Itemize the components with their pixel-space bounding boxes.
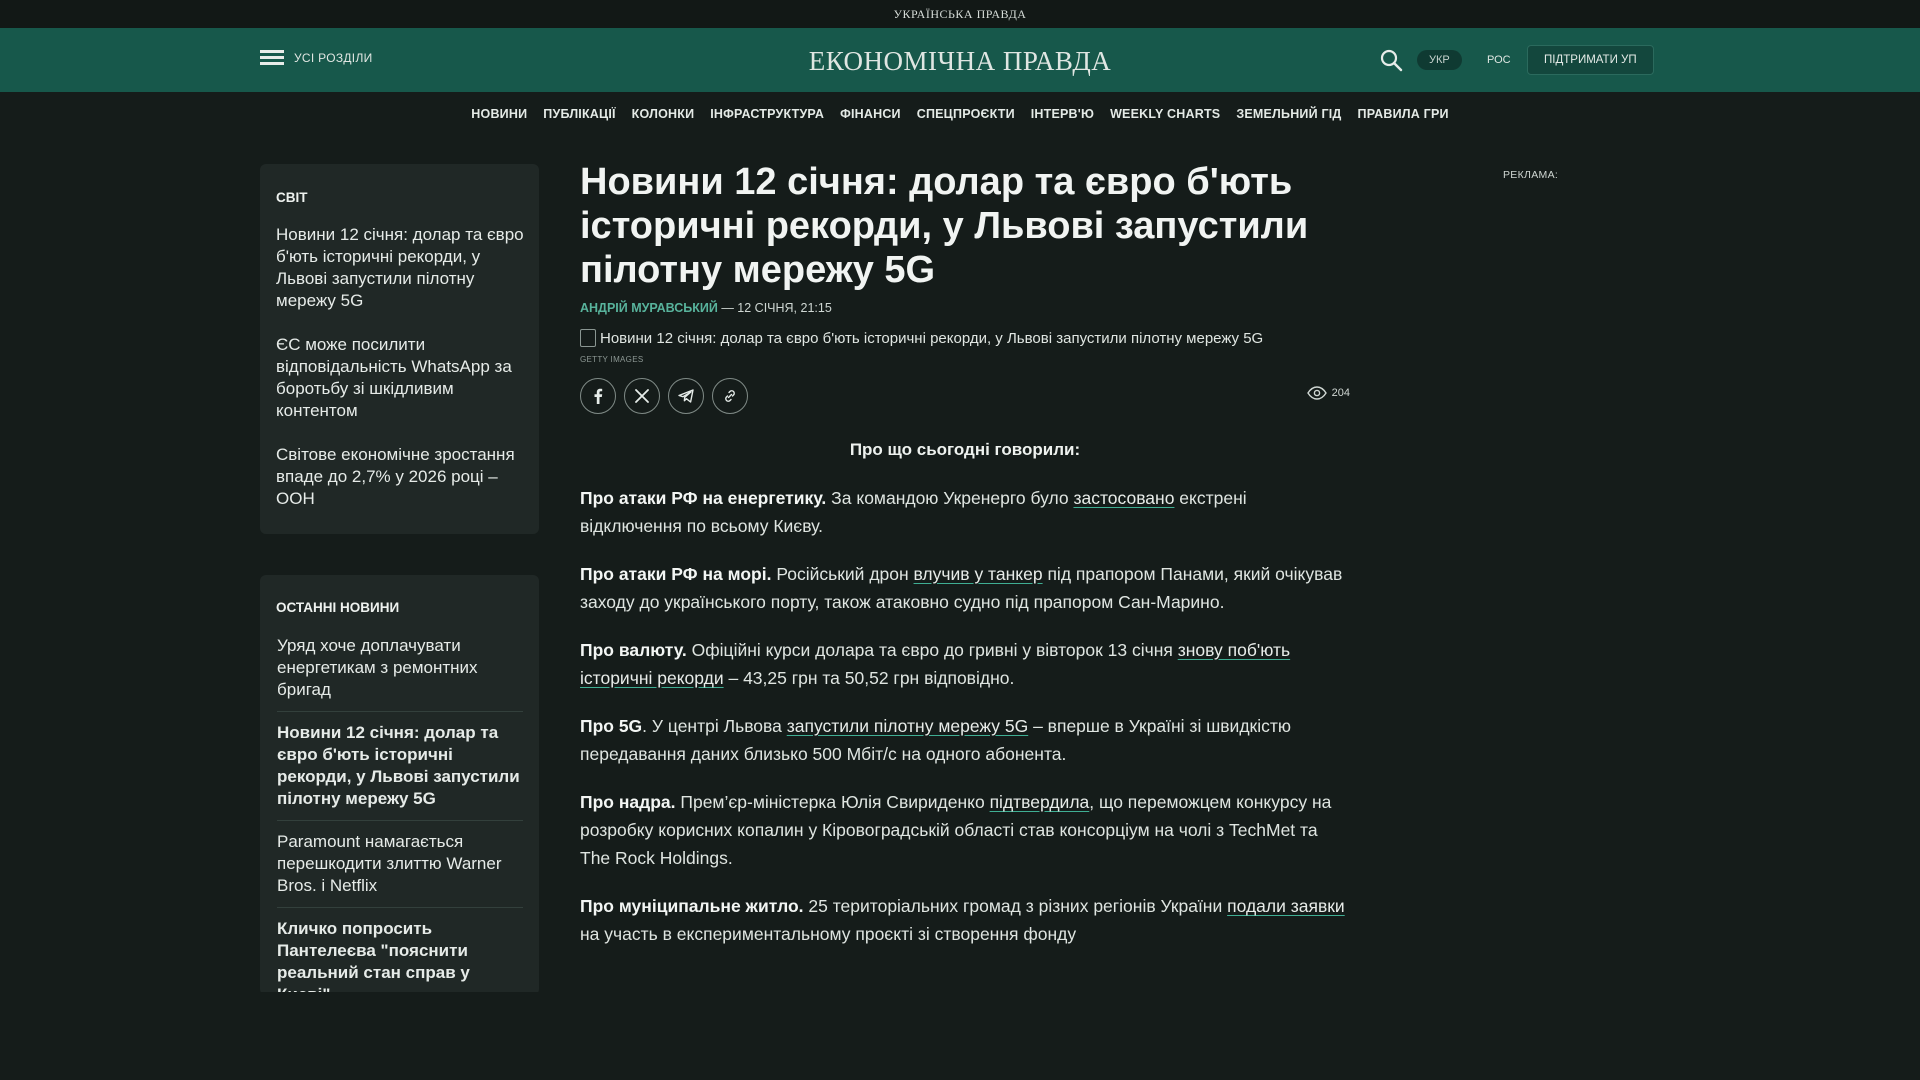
article-title: Новини 12 січня: долар та євро б'ють іст… [580, 161, 1309, 291]
telegram-share-button[interactable] [668, 378, 704, 414]
nav-item-columns[interactable]: КОЛОНКИ [632, 107, 695, 121]
bottom-overlay [0, 992, 1920, 1080]
latest-news-card: ОСТАННІ НОВИНИ Уряд хоче доплачувати ене… [260, 575, 539, 995]
nav-item-rules-of-game[interactable]: ПРАВИЛА ГРИ [1358, 107, 1449, 121]
facebook-share-button[interactable] [580, 378, 616, 414]
paragraph-housing: Про муніципальне житло. 25 територіальни… [580, 892, 1350, 948]
lang-ukr-button[interactable]: УКР [1417, 50, 1462, 70]
facebook-icon [594, 388, 603, 404]
paragraph-sea: Про атаки РФ на морі. Російський дрон вл… [580, 560, 1350, 616]
telegram-icon [678, 389, 694, 403]
up-brand-link[interactable]: УКРАЇНСЬКА ПРАВДА [894, 7, 1027, 21]
all-sections-button[interactable]: УСІ РОЗДІЛИ [260, 50, 373, 66]
x-icon [635, 389, 649, 403]
list-item[interactable]: Уряд хоче доплачувати енергетикам з ремо… [277, 635, 523, 712]
byline: АНДРІЙ МУРАВСЬКИЙ — 12 СІЧНЯ, 21:15 [580, 301, 1350, 315]
paragraph-text: – 43,25 грн та 50,52 грн відповідно. [723, 668, 1015, 688]
broken-image-icon [580, 329, 596, 347]
nav-item-news[interactable]: НОВИНИ [471, 107, 527, 121]
paragraph-text: 25 територіальних громад з різних регіон… [803, 896, 1228, 916]
eye-icon [1306, 386, 1327, 400]
nav-item-publications[interactable]: ПУБЛІКАЦІЇ [543, 107, 615, 121]
paragraph-lead: Про надра. [580, 792, 676, 812]
ad-label: РЕКЛАМА: [1503, 169, 1559, 181]
nav-item-land-guide[interactable]: ЗЕМЕЛЬНИЙ ГІД [1236, 107, 1341, 121]
x-share-button[interactable] [624, 378, 660, 414]
lang-ros-button[interactable]: РОС [1475, 50, 1523, 70]
world-news-list: Новини 12 січня: долар та євро б'ють іст… [276, 224, 526, 532]
publish-date: — 12 СІЧНЯ, 21:15 [717, 301, 832, 315]
hamburger-icon [260, 50, 284, 66]
share-bar: 204 [580, 378, 1350, 416]
list-item[interactable]: Кличко попросить Пантелеєва "пояснити ре… [277, 918, 523, 995]
article-image: Новини 12 січня: долар та євро б'ють іст… [580, 329, 1350, 347]
world-news-card: СВІТ Новини 12 січня: долар та євро б'ют… [260, 164, 539, 534]
site-header: УСІ РОЗДІЛИ ЕКОНОМІЧНА ПРАВДА УКР РОС ПІ… [0, 28, 1920, 92]
nav-item-interview[interactable]: ІНТЕРВ'Ю [1031, 107, 1094, 121]
latest-news-list: Уряд хоче доплачувати енергетикам з ремо… [277, 635, 523, 995]
paragraph-currency: Про валюту. Офіційні курси долара та євр… [580, 636, 1350, 692]
paragraph-subsoil: Про надра. Прем’єр-міністерка Юлія Свири… [580, 788, 1350, 872]
article-link[interactable]: запустили пілотну мережу 5G [787, 716, 1028, 736]
paragraph-text: . У центрі Львова [642, 716, 787, 736]
paragraph-energy: Про атаки РФ на енергетику. За командою … [580, 484, 1350, 540]
search-icon[interactable] [1379, 48, 1403, 72]
copy-link-button[interactable] [712, 378, 748, 414]
all-sections-label: УСІ РОЗДІЛИ [294, 51, 373, 65]
paragraph-lead: Про атаки РФ на морі. [580, 564, 772, 584]
nav-item-special-projects[interactable]: СПЕЦПРОЄКТИ [917, 107, 1015, 121]
view-count: 204 [1306, 386, 1350, 400]
list-item[interactable]: ЄС може посилити відповідальність WhatsA… [276, 334, 526, 422]
image-alt-text: Новини 12 січня: долар та євро б'ють іст… [600, 329, 1264, 347]
article-link[interactable]: подали заявки [1227, 896, 1345, 916]
paragraph-lead: Про муніципальне житло. [580, 896, 804, 916]
list-item[interactable]: Світове економічне зростання впаде до 2,… [276, 444, 526, 510]
section-nav: НОВИНИ ПУБЛІКАЦІЇ КОЛОНКИ ІНФРАСТРУКТУРА… [0, 92, 1920, 136]
paragraph-text: Офіційні курси долара та євро до гривні … [686, 640, 1178, 660]
paragraph-text: на участь в експериментальному проєкті з… [580, 924, 1077, 944]
list-item[interactable]: Новини 12 січня: долар та євро б'ють іст… [276, 224, 526, 312]
paragraph-lead: Про 5G [580, 716, 643, 736]
nav-item-finance[interactable]: ФІНАНСИ [840, 107, 901, 121]
support-button[interactable]: ПІДТРИМАТИ УП [1527, 45, 1654, 75]
latest-card-title[interactable]: ОСТАННІ НОВИНИ [276, 600, 399, 615]
link-icon [725, 390, 735, 402]
paragraph-text: Прем’єр-міністерка Юлія Свириденко [675, 792, 990, 812]
paragraph-5g: Про 5G. У центрі Львова запустили пілотн… [580, 712, 1350, 768]
article: Новини 12 січня: долар та євро б'ють іст… [580, 160, 1350, 968]
article-intro: Про що сьогодні говорили: [849, 440, 1081, 459]
image-credit: GETTY IMAGES [580, 355, 644, 364]
article-link[interactable]: застосовано [1073, 488, 1174, 508]
paragraph-text: За командою Укренерго було [826, 488, 1074, 508]
nav-item-weekly-charts[interactable]: WEEKLY CHARTS [1110, 107, 1220, 121]
article-link[interactable]: підтвердила [990, 792, 1090, 812]
view-count-value: 204 [1331, 387, 1350, 399]
paragraph-text: Російський дрон [771, 564, 914, 584]
world-card-title[interactable]: СВІТ [276, 190, 308, 205]
author-link[interactable]: АНДРІЙ МУРАВСЬКИЙ [580, 301, 718, 315]
list-item[interactable]: Paramount намагається перешкодити злиттю… [277, 831, 523, 908]
article-link[interactable]: влучив у танкер [914, 564, 1043, 584]
top-brand-strip: УКРАЇНСЬКА ПРАВДА [0, 0, 1920, 28]
nav-item-infrastructure[interactable]: ІНФРАСТРУКТУРА [710, 107, 824, 121]
paragraph-lead: Про валюту. [580, 640, 687, 660]
site-logo[interactable]: ЕКОНОМІЧНА ПРАВДА [809, 46, 1112, 76]
list-item-current[interactable]: Новини 12 січня: долар та євро б'ють іст… [277, 722, 523, 821]
paragraph-lead: Про атаки РФ на енергетику. [580, 488, 827, 508]
